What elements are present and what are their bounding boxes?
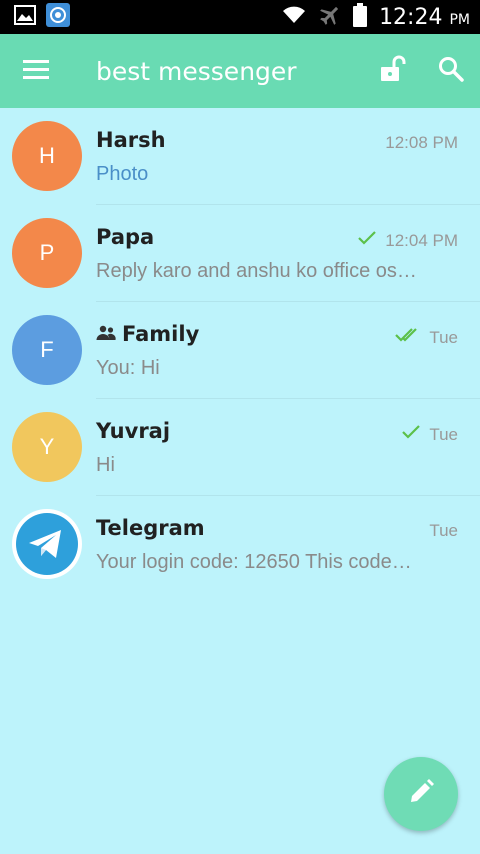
chat-name: Yuvraj xyxy=(96,419,170,443)
chat-time: Tue xyxy=(429,521,458,541)
compose-button[interactable] xyxy=(384,757,458,831)
status-bar: 12:24 PM xyxy=(0,0,480,34)
chat-row-family[interactable]: F Family Tue You: Hi xyxy=(0,302,480,399)
chat-row-telegram[interactable]: Telegram Tue Your login code: 12650 This… xyxy=(0,496,480,593)
battery-icon xyxy=(353,2,368,32)
chat-last-message: Hi xyxy=(96,454,115,476)
avatar: F xyxy=(12,315,82,385)
telegram-avatar xyxy=(12,509,82,579)
airplane-mode-icon xyxy=(319,4,341,31)
app-title: best messenger xyxy=(96,56,297,86)
clock-time: 12:24 xyxy=(379,4,443,30)
app-bar: best messenger xyxy=(0,34,480,108)
gallery-icon xyxy=(14,4,36,30)
chat-row-papa[interactable]: P Papa 12:04 PM Reply karo and anshu ko … xyxy=(0,205,480,302)
chat-name: Papa xyxy=(96,225,154,249)
chat-time-text: 12:04 PM xyxy=(385,230,458,250)
menu-icon xyxy=(23,59,49,84)
avatar: H xyxy=(12,121,82,191)
wifi-icon xyxy=(281,5,307,30)
chat-last-message: You: Hi xyxy=(96,357,160,379)
chat-time: Tue xyxy=(395,327,458,348)
chat-list: H Harsh 12:08 PM Photo P Papa 12:04 PM R… xyxy=(0,108,480,593)
status-left xyxy=(14,2,70,32)
chat-name-text: Telegram xyxy=(96,516,205,540)
lock-button[interactable] xyxy=(364,34,422,108)
telegram-logo-icon xyxy=(16,513,78,575)
unlock-icon xyxy=(379,55,407,88)
chat-time: Tue xyxy=(401,424,458,445)
pencil-icon xyxy=(407,778,435,811)
chat-time-text: Tue xyxy=(429,327,458,347)
check-icon xyxy=(357,230,377,251)
chat-name: Family xyxy=(96,322,199,346)
chat-last-message: Photo xyxy=(96,163,149,185)
clock-ampm: PM xyxy=(449,11,470,28)
clock: 12:24 PM xyxy=(379,5,470,30)
chat-row-harsh[interactable]: H Harsh 12:08 PM Photo xyxy=(0,108,480,205)
check-icon xyxy=(401,424,421,445)
avatar: P xyxy=(12,218,82,288)
chat-name: Harsh xyxy=(96,128,166,152)
group-icon xyxy=(96,322,116,346)
chat-name-text: Yuvraj xyxy=(96,419,171,443)
chat-last-message: Your login code: 12650 This code… xyxy=(96,551,412,573)
chat-time: 12:08 PM xyxy=(385,133,458,153)
chat-time-text: Tue xyxy=(429,521,458,540)
chat-name-text: Family xyxy=(122,322,200,346)
search-icon xyxy=(438,56,464,87)
app-notification-icon xyxy=(46,2,70,32)
chat-time-text: Tue xyxy=(429,424,458,444)
search-button[interactable] xyxy=(422,34,480,108)
double-check-icon xyxy=(395,327,421,348)
chat-name-text: Harsh xyxy=(96,128,166,152)
avatar: Y xyxy=(12,412,82,482)
chat-name-text: Papa xyxy=(96,225,155,249)
chat-name: Telegram xyxy=(96,516,205,540)
chat-last-message: Reply karo and anshu ko office os… xyxy=(96,260,417,282)
chat-time-text: 12:08 PM xyxy=(385,133,458,152)
menu-button[interactable] xyxy=(0,34,72,108)
chat-row-yuvraj[interactable]: Y Yuvraj Tue Hi xyxy=(0,399,480,496)
chat-time: 12:04 PM xyxy=(357,230,458,251)
status-right: 12:24 PM xyxy=(281,2,470,32)
